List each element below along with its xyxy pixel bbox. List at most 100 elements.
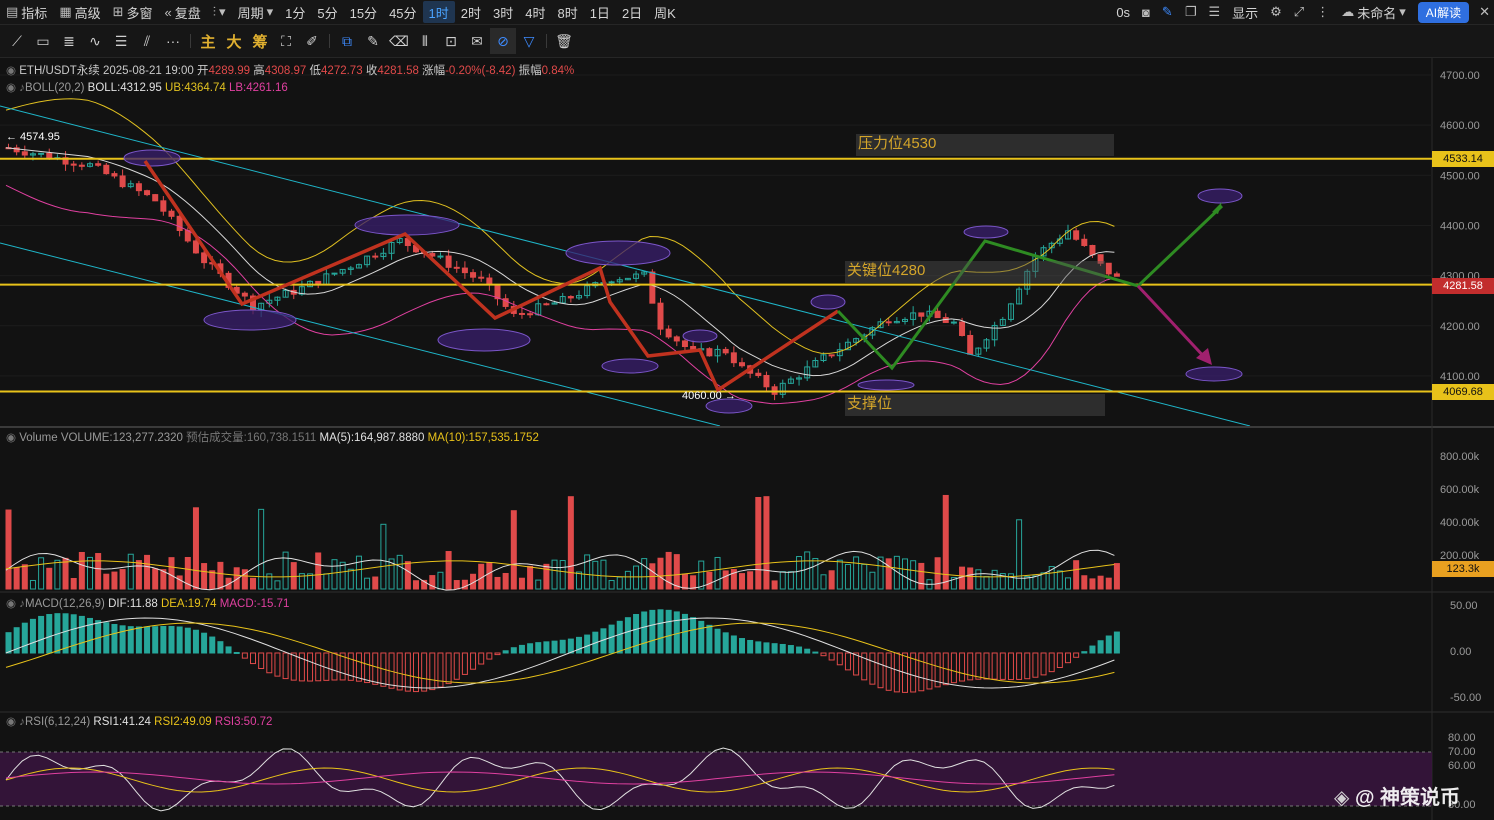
rect-tool-button[interactable]: ▭ xyxy=(30,28,56,54)
volume-axis-label: 800.00k xyxy=(1440,451,1480,463)
resistance-text: 压力位4530 xyxy=(858,135,937,152)
replay-button[interactable]: « 复盘 xyxy=(159,1,207,23)
settings-button[interactable]: ⚙ xyxy=(1264,1,1288,23)
timeframe-button[interactable]: 1分 xyxy=(279,1,311,23)
macd-histogram-bar xyxy=(46,614,53,654)
candle-body xyxy=(461,267,468,274)
macd-histogram-bar xyxy=(1081,651,1088,654)
volume-bar xyxy=(453,580,460,590)
note-button[interactable]: ✉ xyxy=(464,28,490,54)
pencil-button[interactable]: ✎ xyxy=(360,28,386,54)
copy-button[interactable]: ⧉ xyxy=(334,28,360,54)
macd-histogram-bar xyxy=(1097,640,1104,654)
link-button[interactable]: ⊘ xyxy=(490,28,516,54)
timeframe-button[interactable]: 1时 xyxy=(422,1,455,23)
wave-tool-button[interactable]: ∿ xyxy=(82,28,108,54)
brush-button[interactable]: ✐ xyxy=(299,28,325,54)
macd-histogram-bar xyxy=(364,652,371,684)
macd-histogram-bar xyxy=(160,625,167,654)
chevron-down-icon: ▾ xyxy=(219,4,226,19)
latency-text: 0s xyxy=(1116,4,1131,20)
close-icon: ✕ xyxy=(1479,4,1490,19)
chip-button[interactable]: 筹 xyxy=(247,28,273,54)
parallel-tool-button[interactable]: ☰ xyxy=(108,28,134,54)
parallel-tool-icon: ☰ xyxy=(114,32,128,49)
volume-bar xyxy=(1032,575,1039,590)
macd-histogram-bar xyxy=(836,652,843,666)
volume-bar xyxy=(1113,563,1120,590)
price-axis-label: 4100.00 xyxy=(1440,371,1480,383)
candle-body xyxy=(168,210,175,217)
eraser-button[interactable]: ⌫ xyxy=(386,28,412,54)
timeframe-button[interactable]: 1日 xyxy=(584,1,616,23)
eye-icon[interactable]: ◉ xyxy=(6,716,16,728)
timeframe-button[interactable]: 3时 xyxy=(487,1,519,23)
display-button[interactable]: 显示 xyxy=(1226,1,1264,23)
candle-body xyxy=(192,240,199,254)
highlight-ellipse xyxy=(437,328,531,352)
ai-button[interactable]: AI解读 xyxy=(1417,1,1470,23)
more-tools-button[interactable]: ··· xyxy=(160,28,186,54)
close-label: 收 xyxy=(365,65,378,77)
timeframe-button[interactable]: 2日 xyxy=(616,1,648,23)
list-button[interactable]: ☰ xyxy=(1202,1,1226,23)
lock-icon: ⊡ xyxy=(445,32,457,49)
close-button[interactable]: ✕ xyxy=(1475,1,1494,23)
period-button[interactable]: 周期 ▾ xyxy=(232,1,280,23)
change-label: 涨幅 xyxy=(422,65,446,77)
macd-histogram-bar xyxy=(298,652,305,682)
macd-histogram-bar xyxy=(763,642,770,654)
delete-drawings-button[interactable]: 🗑 xyxy=(551,28,577,54)
candle-body xyxy=(135,183,142,192)
copy-icon: ⧉ xyxy=(342,32,352,49)
volume-axis-label: 600.00k xyxy=(1440,484,1480,496)
highlight-ellipse xyxy=(1185,366,1243,382)
eye-icon[interactable]: ◉ xyxy=(6,598,16,610)
draw-toggle-button[interactable]: ✎ xyxy=(1156,1,1179,23)
timeframe-button[interactable]: 4时 xyxy=(519,1,551,23)
divider xyxy=(546,34,547,48)
volume-bar xyxy=(38,557,45,590)
advanced-button[interactable]: ▦ 高级 xyxy=(53,1,106,23)
timeframe-button[interactable]: 45分 xyxy=(383,1,422,23)
support-label[interactable]: 支撑位 xyxy=(845,394,1105,416)
timeframe-button[interactable]: 15分 xyxy=(344,1,383,23)
volume-bar xyxy=(910,560,917,590)
measure-button[interactable]: ⫴ xyxy=(412,28,438,54)
volume-bar xyxy=(624,570,631,590)
timeframe-button[interactable]: 5分 xyxy=(311,1,343,23)
resistance-label[interactable]: 压力位4530 xyxy=(856,134,1114,156)
lock-button[interactable]: ⊡ xyxy=(438,28,464,54)
eye-icon[interactable]: ◉ xyxy=(6,65,16,77)
timeframe-button[interactable]: 2时 xyxy=(455,1,487,23)
filter-button[interactable]: ▽ xyxy=(516,28,542,54)
fib-tool-button[interactable]: ≣ xyxy=(56,28,82,54)
channel-tool-button[interactable]: ⫽ xyxy=(134,28,160,54)
candle-body xyxy=(567,296,574,299)
volume-bar xyxy=(673,554,680,590)
macd-histogram-bar xyxy=(1065,652,1071,664)
macd-histogram-bar xyxy=(1105,635,1112,654)
magnet-button[interactable]: ⛶ xyxy=(273,28,299,54)
eye-icon[interactable]: ◉ xyxy=(6,432,16,444)
screenshot-button[interactable]: ◙ xyxy=(1136,1,1156,23)
macd-histogram-bar xyxy=(747,639,754,654)
main-force-button[interactable]: 主 xyxy=(195,28,221,54)
eye-icon[interactable]: ◉ xyxy=(6,82,16,94)
window-button[interactable]: ❐ xyxy=(1179,1,1203,23)
indicator-button[interactable]: ▤ 指标 xyxy=(0,1,53,23)
multi-window-button[interactable]: ⊞ 多窗 xyxy=(107,1,159,23)
timeframe-button[interactable]: 周K xyxy=(648,1,682,23)
chart-type-button[interactable]: ⫶ ▾ xyxy=(207,1,232,23)
indicator-icon: ▤ xyxy=(6,4,19,19)
macd-histogram-bar xyxy=(1040,652,1047,676)
big-order-button[interactable]: 大 xyxy=(221,28,247,54)
key-level-label[interactable]: 关键位4280 xyxy=(845,261,1105,283)
fullscreen-button[interactable]: ⤢ xyxy=(1288,1,1310,23)
line-tool-button[interactable]: ⟋ xyxy=(4,28,30,54)
volume-bar xyxy=(576,571,582,590)
more-button[interactable]: ⋮ xyxy=(1310,1,1335,23)
account-button[interactable]: ☁ 未命名 ▾ xyxy=(1335,1,1412,23)
volume-bar xyxy=(828,570,835,590)
timeframe-button[interactable]: 8时 xyxy=(551,1,583,23)
